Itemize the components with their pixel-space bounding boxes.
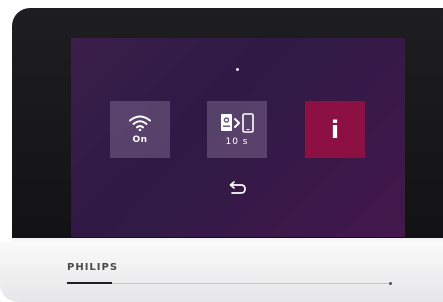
wifi-status-label: On bbox=[132, 134, 148, 145]
doorbell-to-phone-icon bbox=[220, 112, 254, 133]
ring-timeout-button[interactable]: 10 s bbox=[207, 101, 267, 158]
wifi-toggle-button[interactable]: On bbox=[110, 101, 170, 158]
return-arrow-icon[interactable] bbox=[226, 181, 248, 200]
display-screen: On 10 s i bbox=[71, 38, 405, 237]
ring-timeout-value: 10 s bbox=[225, 136, 249, 147]
touch-strip bbox=[67, 283, 390, 284]
page-indicator-dot bbox=[236, 68, 239, 71]
intercom-monitor: On 10 s i PHILIPS bbox=[0, 0, 443, 302]
touch-strip-active-segment bbox=[67, 282, 112, 284]
brand-logo: PHILIPS bbox=[67, 262, 119, 273]
info-icon: i bbox=[330, 115, 340, 144]
status-led bbox=[389, 282, 392, 285]
wifi-icon bbox=[129, 115, 151, 131]
info-button[interactable]: i bbox=[305, 101, 365, 158]
